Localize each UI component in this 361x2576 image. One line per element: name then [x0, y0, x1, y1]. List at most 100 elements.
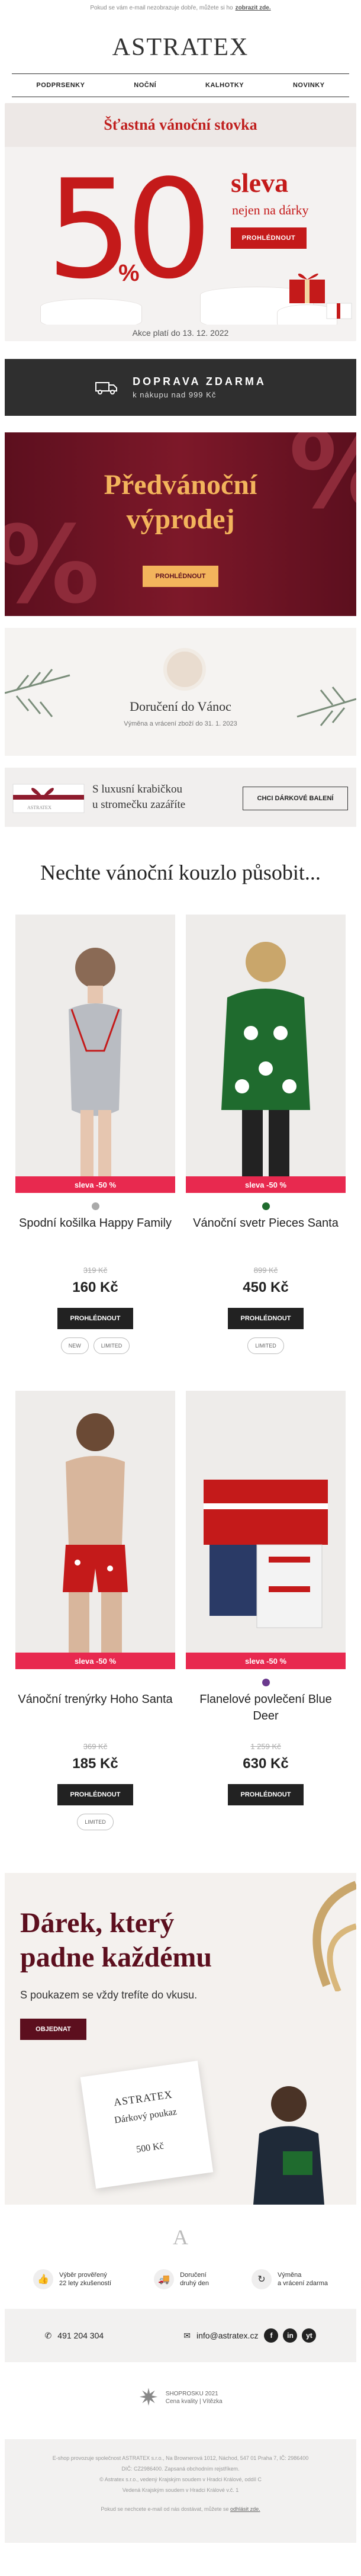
gift-voucher-banner[interactable]: Dárek, který padne každému S poukazem se…: [5, 1873, 356, 2205]
benefits-bar: 👍 Výběr prověřený 22 lety zkušeností 🚚 D…: [12, 2263, 349, 2296]
model-silhouette-image: [63, 1413, 128, 1657]
delivery-title: Doručení do Vánoc: [130, 699, 231, 714]
product-view-button[interactable]: PROHLÉDNOUT: [228, 1784, 304, 1805]
bedding-image: [204, 1480, 328, 1628]
phone-number[interactable]: 491 204 304: [57, 2331, 104, 2340]
hero-cta-button[interactable]: PROHLÉDNOUT: [231, 227, 307, 249]
nav-item-kalhotky[interactable]: KALHOTKY: [205, 82, 244, 89]
product-card[interactable]: sleva -50 % Vánoční trenýrky Hoho Santa …: [15, 1391, 175, 1831]
color-swatch[interactable]: [91, 1202, 99, 1210]
ribbon-decoration: [312, 1881, 356, 1991]
product-card[interactable]: sleva -50 % Flanelové povlečení Blue Dee…: [186, 1391, 346, 1831]
legal-line: E-shop provozuje společnost ASTRATEX s.r…: [52, 2455, 309, 2461]
discount-badge: sleva -50 %: [15, 1176, 175, 1193]
pine-branch-decoration: [5, 669, 70, 717]
giftbox-line2: u stromečku zazáříte: [92, 798, 186, 811]
promo-title-line2: výprodej: [126, 503, 235, 535]
instagram-icon[interactable]: in: [283, 2328, 298, 2343]
product-price: 630 Kč: [243, 1756, 289, 1772]
hero-sleva-label: sleva: [231, 168, 289, 198]
nav-item-novinky[interactable]: NOVINKY: [293, 82, 325, 89]
voucher-card: ASTRATEX Dárkový poukaz 500 Kč: [80, 2061, 214, 2189]
product-view-button[interactable]: PROHLÉDNOUT: [57, 1308, 133, 1329]
benefit-line1: Doručení: [180, 2272, 207, 2279]
main-nav: PODPRSENKY NOČNÍ KALHOTKY NOVINKY: [12, 73, 349, 97]
ornament-icon: [163, 648, 206, 691]
shipping-subtitle: k nákupu nad 999 Kč: [133, 390, 217, 399]
product-card[interactable]: sleva -50 % Spodní košilka Happy Family …: [15, 915, 175, 1355]
model-image: [253, 2086, 324, 2205]
phone-contact[interactable]: ✆ 491 204 304: [45, 2331, 104, 2341]
email-contact[interactable]: ✉ info@astratex.cz f in yt: [183, 2328, 317, 2343]
product-name[interactable]: Vánoční svetr Pieces Santa: [186, 1215, 346, 1249]
benefit-line1: Výměna: [278, 2272, 302, 2279]
voucher-subtitle: S poukazem se vždy trefíte do vkusu.: [20, 1989, 198, 2001]
color-swatch[interactable]: [262, 1679, 270, 1686]
benefit-item: 👍 Výběr prověřený 22 lety zkušeností: [33, 2269, 111, 2289]
mail-icon: ✉: [183, 2330, 191, 2340]
social-links: f in yt: [264, 2328, 317, 2343]
truck-icon: 🚚: [154, 2269, 175, 2289]
product-image[interactable]: sleva -50 %: [15, 915, 175, 1193]
brand-logo[interactable]: ASTRATEX: [0, 15, 361, 73]
promo-title-line1: Předvánoční: [104, 469, 257, 501]
product-price: 450 Kč: [243, 1279, 289, 1295]
truck-icon: [95, 382, 118, 394]
voucher-title-line2: padne každému: [20, 1942, 212, 1973]
email-address[interactable]: info@astratex.cz: [196, 2331, 258, 2340]
award-star-icon: ✷: [138, 2385, 159, 2411]
model-silhouette-image: [221, 942, 310, 1181]
product-name[interactable]: Vánoční trenýrky Hoho Santa: [15, 1691, 175, 1725]
product-view-button[interactable]: PROHLÉDNOUT: [228, 1308, 304, 1329]
hero-subtitle: nejen na dárky: [232, 203, 309, 217]
giftbox-line1: S luxusní krabičkou: [92, 783, 182, 795]
gift-box-icon: [326, 303, 352, 319]
benefit-line2: druhý den: [180, 2280, 209, 2287]
color-swatch: [92, 1679, 99, 1686]
hero-banner[interactable]: Šťastná vánoční stovka 50 % sleva nejen …: [5, 103, 356, 341]
phone-icon: ✆: [44, 2330, 52, 2340]
product-name[interactable]: Flanelové povlečení Blue Deer: [186, 1691, 346, 1725]
gift-wrapping-banner: ASTRATEX S luxusní krabičkou u stromečku…: [5, 768, 356, 827]
product-old-price: 369 Kč: [83, 1742, 108, 1751]
product-tag: LIMITED: [247, 1337, 284, 1354]
award-badge: ✷ SHOPROSKU 2021 Cena kvality | Vítězka: [121, 2380, 240, 2415]
product-image[interactable]: sleva -50 %: [186, 1391, 346, 1669]
promo-cta-button[interactable]: PROHLÉDNOUT: [143, 566, 218, 587]
discount-badge: sleva -50 %: [186, 1176, 346, 1193]
product-tag: NEW: [60, 1337, 89, 1354]
gift-wrapping-button[interactable]: CHCI DÁRKOVÉ BALENÍ: [243, 787, 348, 810]
thumbs-up-icon: 👍: [33, 2269, 53, 2289]
legal-line: Vedená Krajským soudem v Hradci Králové …: [122, 2487, 239, 2493]
benefit-item: 🚚 Doručení druhý den: [154, 2269, 209, 2289]
youtube-icon[interactable]: yt: [302, 2328, 317, 2343]
view-online-link[interactable]: zobrazit zde.: [236, 5, 271, 11]
product-name[interactable]: Spodní košilka Happy Family: [15, 1215, 175, 1249]
giftbox-text: S luxusní krabičkou u stromečku zazáříte: [92, 782, 185, 813]
product-tag: LIMITED: [93, 1337, 130, 1354]
benefit-item: ↻ Výměna a vrácení zdarma: [252, 2269, 328, 2289]
unsubscribe-text: Pokud se nechcete e-mail od nás dostávat…: [101, 2506, 229, 2512]
unsubscribe-link[interactable]: odhlásit zde.: [230, 2506, 260, 2512]
pre-christmas-sale-banner[interactable]: % % Předvánoční výprodej PROHLÉDNOUT: [5, 432, 356, 616]
product-image[interactable]: sleva -50 %: [186, 915, 346, 1193]
product-image[interactable]: sleva -50 %: [15, 1391, 175, 1669]
color-swatch[interactable]: [262, 1202, 270, 1210]
footer-logo[interactable]: A: [0, 2225, 361, 2250]
product-card[interactable]: sleva -50 % Vánoční svetr Pieces Santa 8…: [186, 915, 346, 1355]
product-old-price: 1 259 Kč: [250, 1742, 281, 1751]
award-line1: SHOPROSKU 2021: [165, 2391, 218, 2397]
gift-box-icon: ASTRATEX: [12, 784, 85, 813]
discount-badge: sleva -50 %: [15, 1653, 175, 1669]
nav-item-podprsenky[interactable]: PODPRSENKY: [36, 82, 85, 89]
voucher-order-button[interactable]: OBJEDNAT: [20, 2019, 86, 2040]
nav-item-nocni[interactable]: NOČNÍ: [134, 82, 156, 89]
legal-line: © Astratex s.r.o., vedený Krajským soude…: [99, 2476, 262, 2482]
discount-badge: sleva -50 %: [186, 1653, 346, 1669]
promo-title: Předvánoční výprodej: [5, 468, 356, 537]
voucher-title: Dárek, který padne každému: [20, 1906, 212, 1975]
free-shipping-banner: DOPRAVA ZDARMA k nákupu nad 999 Kč: [5, 359, 356, 416]
facebook-icon[interactable]: f: [264, 2328, 279, 2343]
product-view-button[interactable]: PROHLÉDNOUT: [57, 1784, 133, 1805]
christmas-delivery-banner: Doručení do Vánoc Výměna a vrácení zboží…: [5, 628, 356, 756]
